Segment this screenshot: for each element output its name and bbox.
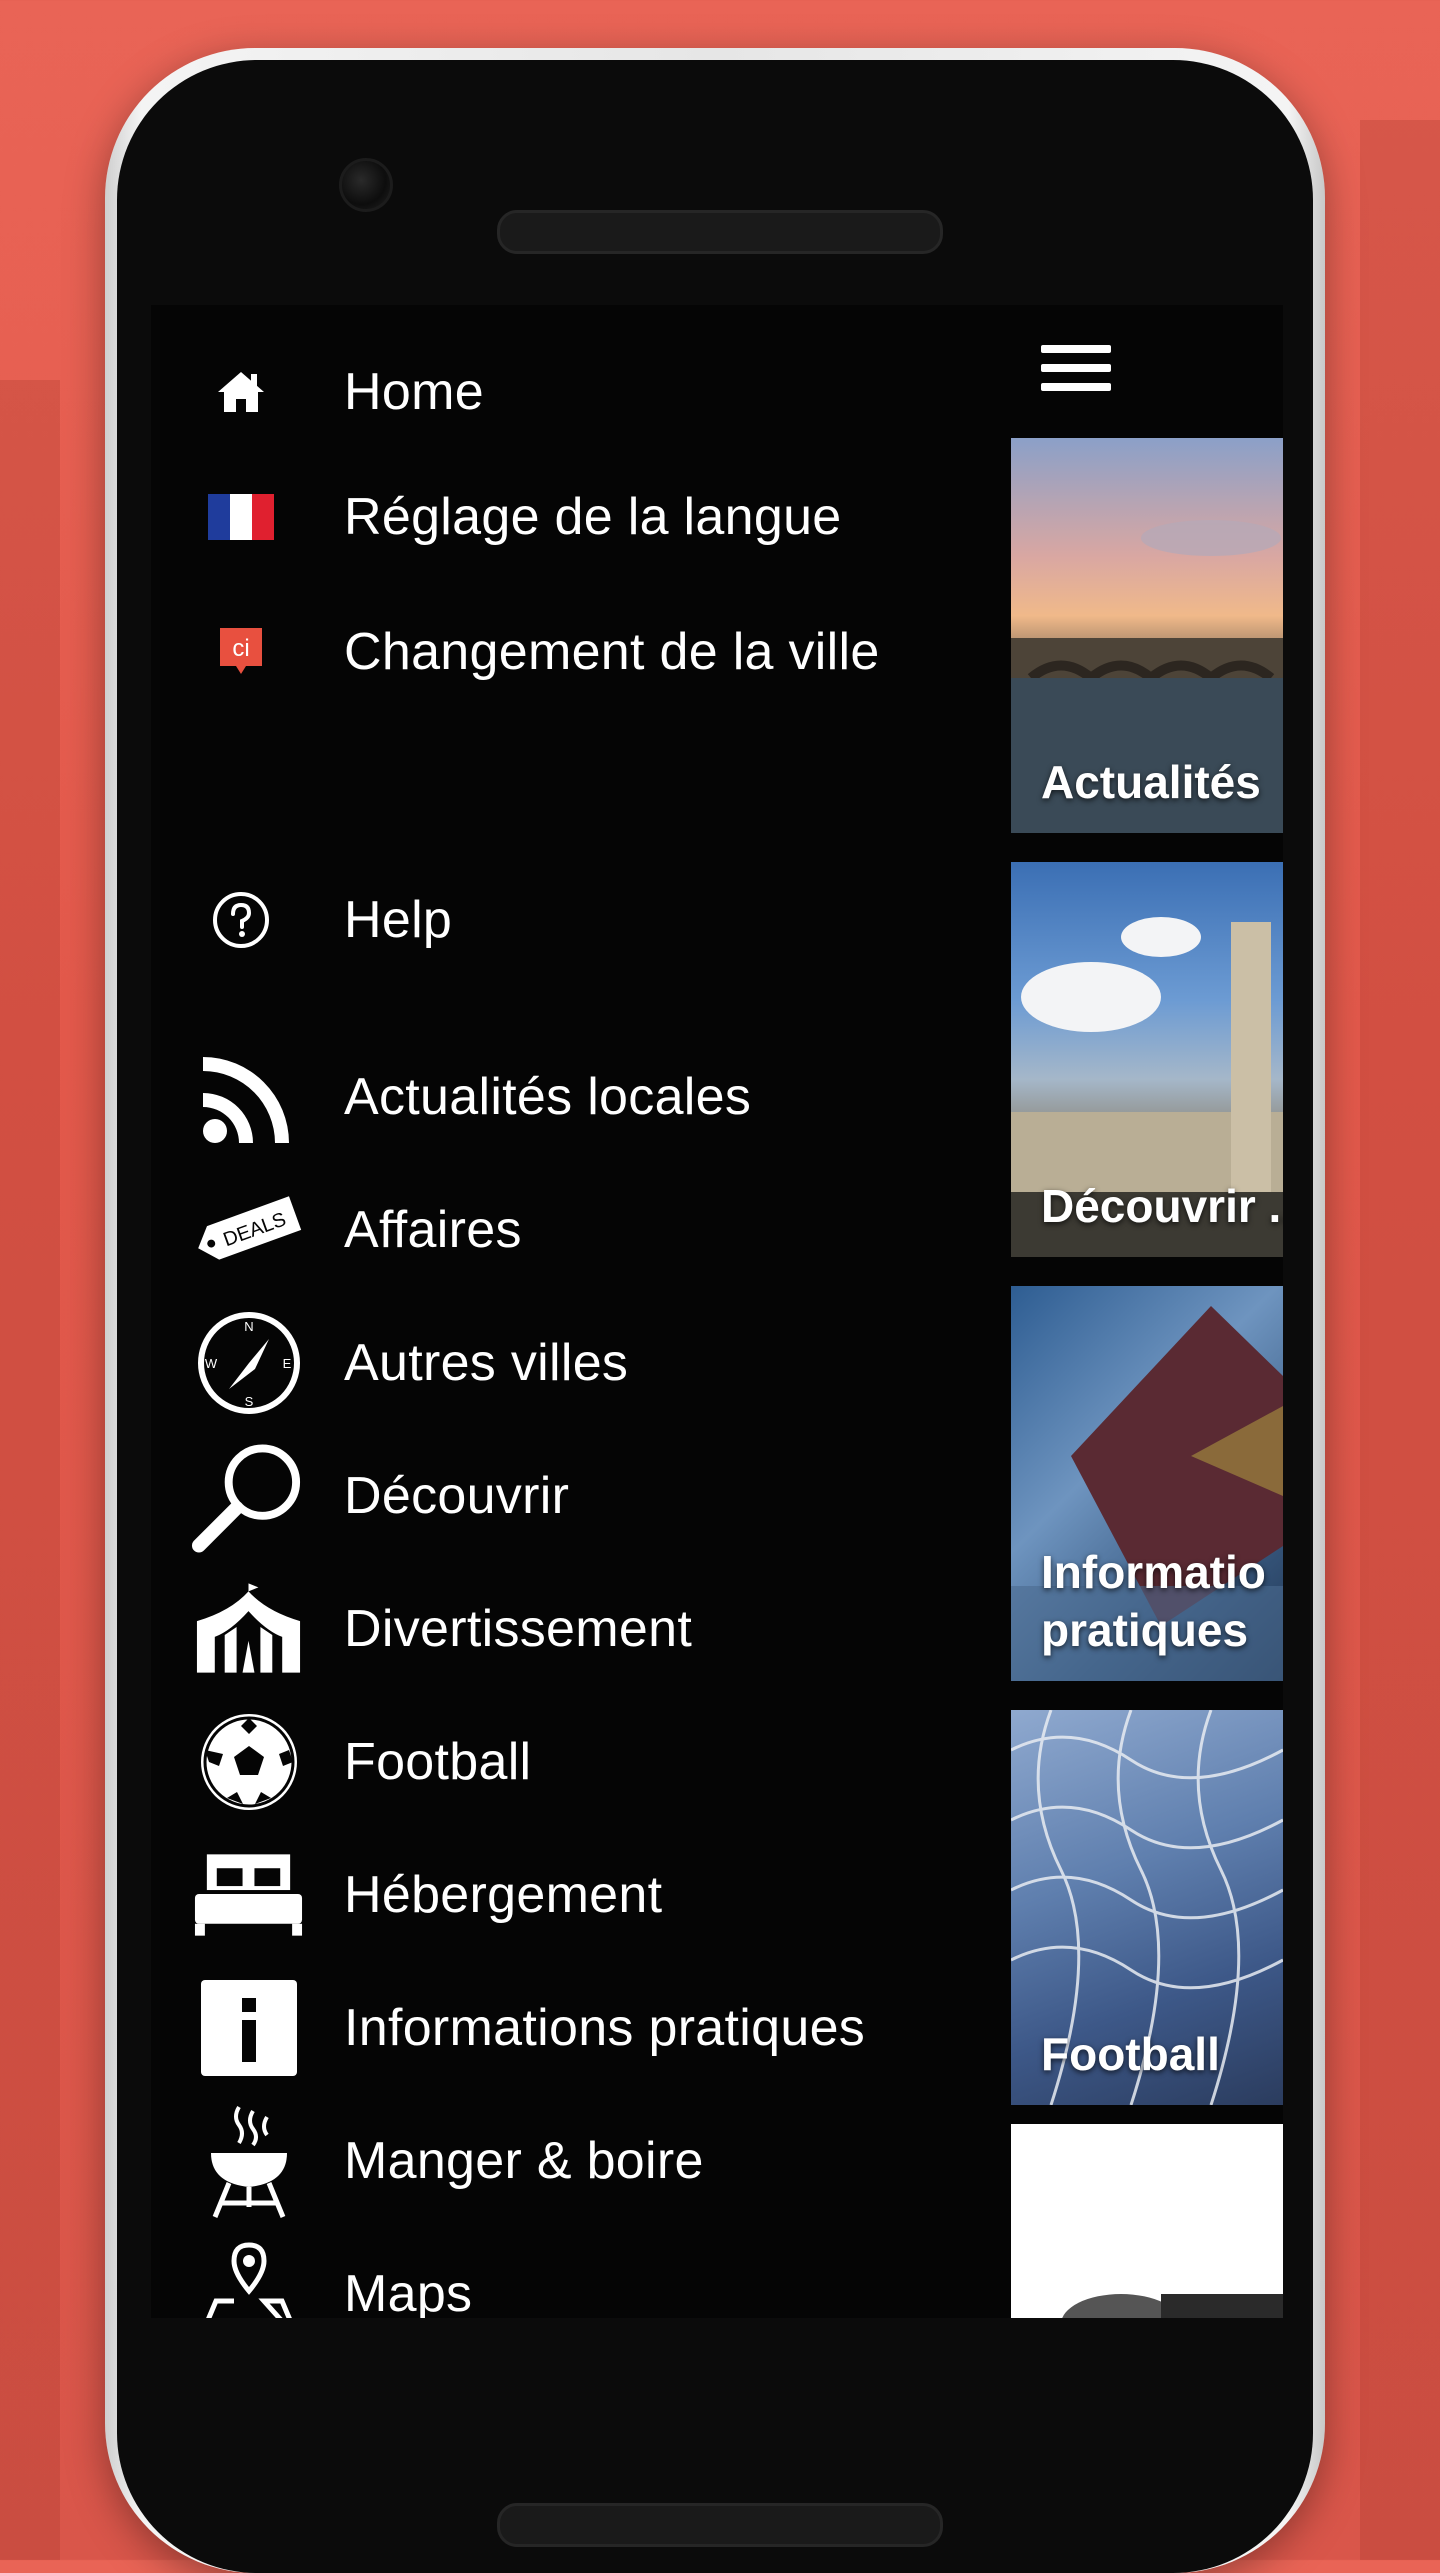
svg-text:E: E [282, 1356, 291, 1371]
menu-item-label: Manger & boire [344, 2132, 704, 2190]
soccer-ball-icon [191, 1705, 306, 1820]
hamburger-menu-button[interactable] [1041, 345, 1111, 405]
menu-item-help[interactable]: Help [151, 860, 1031, 980]
menu-item-other-cities[interactable]: N S W E Autres villes [151, 1303, 1031, 1423]
svg-text:W: W [204, 1356, 217, 1371]
menu-item-eat-drink[interactable]: Manger & boire [151, 2101, 1031, 2221]
tile-football[interactable]: Football [1011, 1710, 1283, 2105]
bottom-speaker [497, 2503, 943, 2547]
background-building [1360, 120, 1440, 2560]
city-badge-text: ci [232, 635, 249, 662]
grill-icon [191, 2104, 306, 2219]
rss-icon [191, 1040, 306, 1155]
city-badge-icon: ci [206, 617, 276, 687]
tile-label-line2: pratiques [1041, 1604, 1249, 1656]
menu-item-accommodation[interactable]: Hébergement [151, 1835, 1031, 1955]
menu-item-entertainment[interactable]: Divertissement [151, 1569, 1031, 1689]
menu-item-practical-info[interactable]: Informations pratiques [151, 1968, 1031, 2088]
menu-item-maps[interactable]: Maps [151, 2234, 1031, 2318]
info-icon [191, 1971, 306, 2086]
menu-item-language[interactable]: Réglage de la langue [151, 457, 1031, 577]
home-icon [206, 357, 276, 427]
tile-informations-pratiques[interactable]: Informatio pratiques [1011, 1286, 1283, 1681]
menu-item-label: Home [344, 363, 484, 421]
menu-item-label: Divertissement [344, 1600, 693, 1658]
circus-tent-icon [191, 1572, 306, 1687]
tile-microphone[interactable] [1011, 2124, 1283, 2318]
tile-label: Découvrir ... [1041, 1180, 1283, 1232]
menu-item-label: Actualités locales [344, 1068, 752, 1126]
menu-item-label: Help [344, 891, 453, 949]
menu-item-home[interactable]: Home [151, 332, 1031, 452]
menu-item-label: Maps [344, 2265, 473, 2318]
menu-item-label: Réglage de la langue [344, 488, 842, 546]
microphone-image [1062, 2294, 1283, 2318]
menu-item-label: Découvrir [344, 1467, 570, 1525]
menu-item-label: Informations pratiques [344, 1999, 866, 2057]
tile-label-line1: Informatio [1041, 1546, 1266, 1598]
svg-text:S: S [244, 1394, 253, 1409]
background-building [0, 380, 60, 2560]
menu-item-label: Changement de la ville [344, 623, 880, 681]
french-flag-icon [206, 482, 276, 552]
tile-label: Football [1041, 2028, 1220, 2080]
map-pin-icon [191, 2237, 306, 2318]
front-camera [339, 158, 393, 212]
menu-item-label: Autres villes [344, 1334, 629, 1392]
bed-icon [191, 1838, 306, 1953]
svg-text:N: N [244, 1319, 253, 1334]
tile-label: Informatio pratiques [1041, 1543, 1266, 1659]
menu-item-label: Football [344, 1733, 532, 1791]
menu-item-label: Hébergement [344, 1866, 663, 1924]
top-speaker [497, 210, 943, 254]
tile-actualites[interactable]: Actualités [1011, 438, 1283, 833]
tile-label: Actualités [1041, 756, 1261, 808]
magnifier-icon [191, 1439, 306, 1554]
menu-item-change-city[interactable]: ci Changement de la ville [151, 592, 1031, 712]
menu-item-label: Affaires [344, 1201, 522, 1259]
menu-item-local-news[interactable]: Actualités locales [151, 1037, 1031, 1157]
menu-item-discover[interactable]: Découvrir [151, 1436, 1031, 1556]
compass-icon: N S W E [191, 1306, 306, 1421]
menu-item-football[interactable]: Football [151, 1702, 1031, 1822]
menu-item-deals[interactable]: DEALS Affaires [151, 1170, 1031, 1290]
tile-decouvrir[interactable]: Découvrir ... [1011, 862, 1283, 1257]
deals-tag-icon: DEALS [191, 1173, 306, 1288]
help-circle-icon [206, 885, 276, 955]
app-screen: Home Réglage de la langue ci Changement … [151, 305, 1283, 2318]
